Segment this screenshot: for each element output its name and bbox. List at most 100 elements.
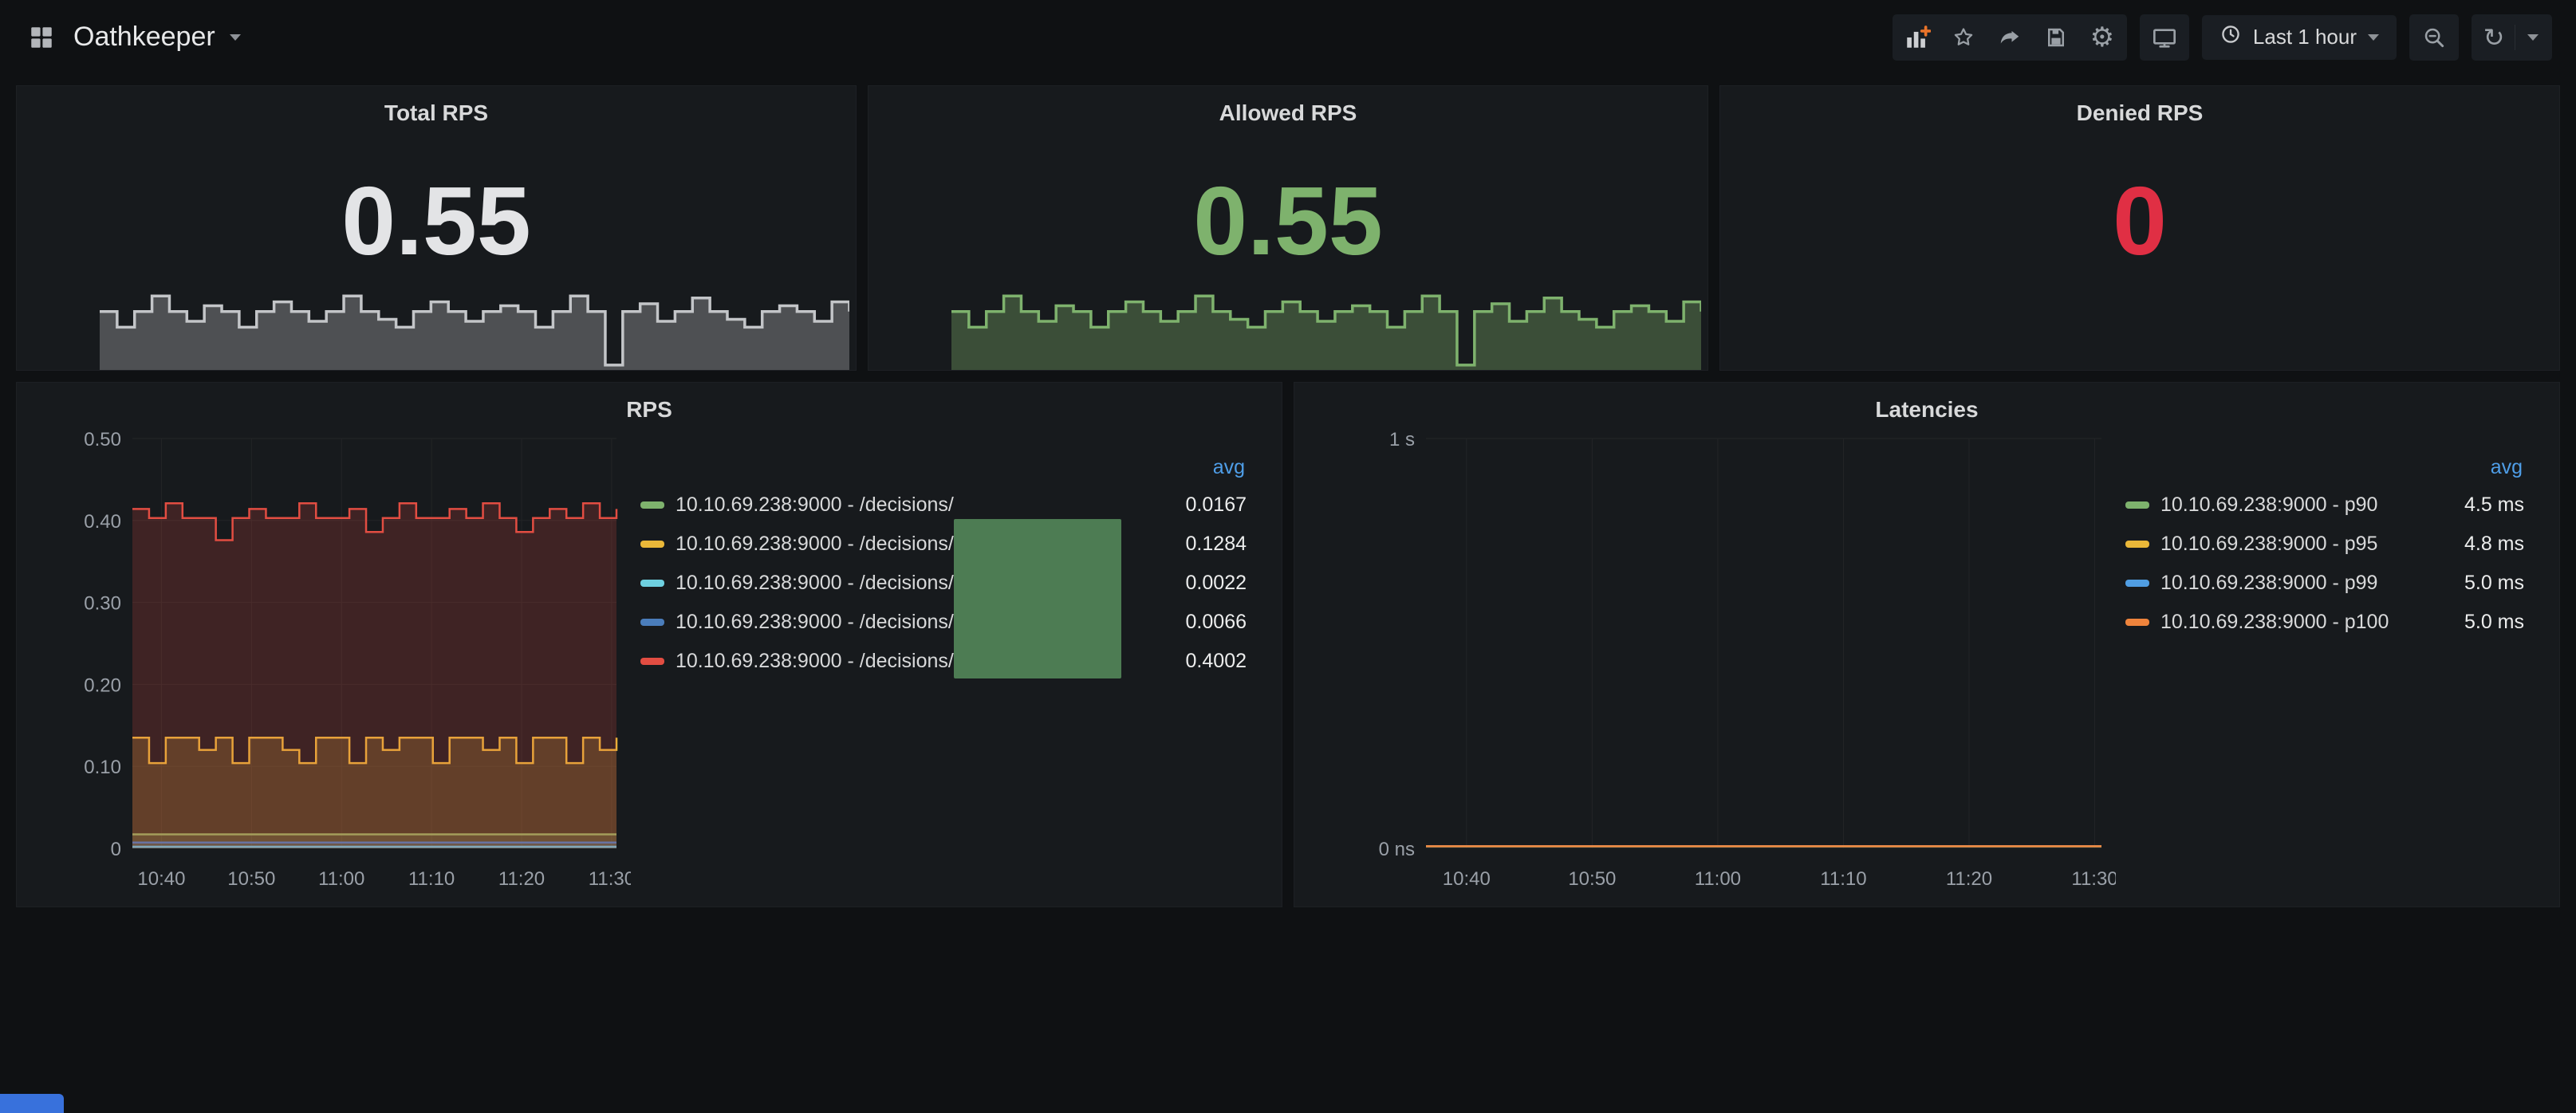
legend-row[interactable]: 10.10.69.238:9000 - p99 5.0 ms	[2125, 564, 2524, 603]
svg-text:0 ns: 0 ns	[1379, 839, 1415, 860]
svg-text:11:30: 11:30	[589, 868, 631, 890]
svg-text:1 s: 1 s	[1389, 429, 1415, 450]
legend-row[interactable]: 10.10.69.238:9000 - p95 4.8 ms	[2125, 525, 2524, 564]
panel-actions-group: ⚙	[1893, 14, 2127, 61]
svg-text:11:10: 11:10	[408, 868, 455, 890]
panel-title[interactable]: Total RPS	[384, 86, 488, 131]
svg-text:11:20: 11:20	[1946, 868, 1992, 890]
series-avg-value: 0.0167	[1170, 494, 1247, 517]
series-name[interactable]: 10.10.69.238:9000 - p95	[2160, 533, 2377, 556]
series-avg-value: 0.1284	[1170, 533, 1247, 556]
allowed-rps-sparkline	[951, 269, 1701, 370]
save-dashboard-button[interactable]	[2033, 16, 2079, 59]
total-rps-sparkline	[100, 269, 849, 370]
navbar-toolbar: ⚙ Last 1 hour	[1893, 14, 2552, 61]
svg-text:11:00: 11:00	[1695, 868, 1741, 890]
dashboard-settings-button[interactable]: ⚙	[2079, 16, 2125, 59]
svg-text:0: 0	[111, 839, 121, 860]
series-avg-value: 0.4002	[1170, 650, 1247, 673]
legend-overlay-box	[954, 519, 1121, 678]
legend-row[interactable]: 10.10.69.238:9000 - /decisions/0.0022	[640, 564, 1247, 603]
dashboard-title[interactable]: Oathkeeper	[73, 22, 215, 53]
cycle-view-icon	[2152, 25, 2177, 50]
legend-row[interactable]: 10.10.69.238:9000 - p904.5 ms	[2125, 486, 2524, 525]
series-name[interactable]: 10.10.69.238:9000 - /decisions/	[676, 611, 954, 634]
latencies-graph-body: 0 ns 1 s 10:40 10:50 11:00 11:10 11:20 11:30 av…	[1294, 427, 2559, 907]
legend-avg-header[interactable]: avg	[640, 456, 1247, 479]
latencies-legend: avg10.10.69.238:9000 - p904.5 ms10.10.69…	[2116, 427, 2559, 907]
svg-text:10:40: 10:40	[137, 868, 185, 890]
series-name[interactable]: 10.10.69.238:9000 - /decisions/	[676, 494, 954, 517]
navbar: Oathkeeper	[0, 0, 2576, 74]
settings-gear-icon: ⚙	[2090, 22, 2114, 53]
dashboard-grid: Total RPS 0.55 Allowed RPS 0.55 Denied R…	[0, 74, 2576, 907]
apps-grid-button[interactable]	[24, 16, 59, 59]
star-icon	[1952, 26, 1975, 49]
series-color-marker[interactable]	[2125, 501, 2149, 509]
rps-chart-svg[interactable]: 00.100.200.300.400.5010:4010:5011:0011:1…	[17, 427, 631, 906]
series-color-marker[interactable]	[2125, 619, 2149, 626]
svg-text:10:40: 10:40	[1443, 868, 1491, 890]
legend-row[interactable]: 10.10.69.238:9000 - /decisions/0.4002	[640, 642, 1247, 681]
refresh-button[interactable]: ↻	[2473, 16, 2515, 59]
series-color-marker[interactable]	[640, 658, 664, 665]
add-panel-button[interactable]	[1894, 16, 1940, 59]
panel-title[interactable]: Latencies	[1294, 383, 2559, 427]
svg-text:10:50: 10:50	[1568, 868, 1616, 890]
share-dashboard-button[interactable]	[1987, 16, 2033, 59]
time-range-picker[interactable]: Last 1 hour	[2202, 15, 2397, 60]
share-icon	[1998, 26, 2022, 49]
navbar-left: Oathkeeper	[24, 16, 241, 59]
panel-total-rps: Total RPS 0.55	[16, 85, 857, 371]
panel-allowed-rps: Allowed RPS 0.55	[868, 85, 1708, 371]
series-name[interactable]: 10.10.69.238:9000 - /decisions/	[676, 533, 954, 556]
series-color-marker[interactable]	[640, 619, 664, 626]
save-icon	[2044, 26, 2068, 49]
star-dashboard-button[interactable]	[1940, 16, 1987, 59]
series-color-marker[interactable]	[640, 580, 664, 587]
series-avg-value: 0.0066	[1170, 611, 1247, 634]
series-name[interactable]: 10.10.69.238:9000 - /decisions/	[676, 650, 954, 673]
svg-text:11:10: 11:10	[1820, 868, 1866, 890]
zoom-out-button[interactable]	[2411, 16, 2457, 59]
panel-latencies-graph: Latencies 0 ns 1 s 10:40 10:50 11:00 11:10 11:…	[1294, 382, 2560, 907]
graph-row: RPS 00.100.200.300.400.5010:4010:5011:00…	[16, 382, 2560, 907]
legend-avg-header[interactable]: avg	[2125, 456, 2524, 479]
cycle-view-button[interactable]	[2141, 16, 2188, 59]
rps-plot-area[interactable]: 00.100.200.300.400.5010:4010:5011:0011:1…	[17, 427, 631, 907]
series-name[interactable]: 10.10.69.238:9000 - /decisions/	[676, 572, 954, 595]
legend-row[interactable]: 10.10.69.238:9000 - /decisions/0.0167	[640, 486, 1247, 525]
legend-row[interactable]: 10.10.69.238:9000 - /decisions/0.0066	[640, 603, 1247, 642]
clock-icon	[2220, 23, 2242, 51]
series-color-marker[interactable]	[2125, 580, 2149, 587]
series-avg-value: 0.0022	[1170, 572, 1247, 595]
latencies-plot-area[interactable]: 0 ns 1 s 10:40 10:50 11:00 11:10 11:20 11:30	[1294, 427, 2116, 907]
svg-text:0.30: 0.30	[84, 593, 121, 615]
refresh-interval-button[interactable]	[2515, 16, 2550, 59]
svg-text:11:30: 11:30	[2071, 868, 2116, 890]
legend-row[interactable]: 10.10.69.238:9000 - /decisions/0.1284	[640, 525, 1247, 564]
series-avg-value: 5.0 ms	[2448, 572, 2524, 595]
time-range-label: Last 1 hour	[2253, 25, 2357, 49]
latencies-chart-svg[interactable]: 0 ns 1 s 10:40 10:50 11:00 11:10 11:20 11:30	[1294, 427, 2116, 906]
series-avg-value: 4.8 ms	[2448, 533, 2524, 556]
svg-text:11:00: 11:00	[318, 868, 364, 890]
series-color-marker[interactable]	[2125, 541, 2149, 548]
panel-title[interactable]: Allowed RPS	[1219, 86, 1357, 131]
series-name[interactable]: 10.10.69.238:9000 - p99	[2160, 572, 2377, 595]
svg-text:0.20: 0.20	[84, 674, 121, 696]
panel-title[interactable]: Denied RPS	[2077, 86, 2204, 131]
series-color-marker[interactable]	[640, 541, 664, 548]
svg-text:10:50: 10:50	[227, 868, 275, 890]
panel-rps-graph: RPS 00.100.200.300.400.5010:4010:5011:00…	[16, 382, 1282, 907]
dashboard-title-caret-icon[interactable]	[230, 34, 241, 41]
time-range-caret-icon	[2368, 34, 2379, 41]
rps-legend: avg 10.10.69.238:9000 - /decisions/0.0167…	[631, 427, 1282, 907]
series-color-marker[interactable]	[640, 501, 664, 509]
series-name[interactable]: 10.10.69.238:9000 - p100	[2160, 611, 2389, 634]
panel-title[interactable]: RPS	[17, 383, 1282, 427]
cycle-view-group	[2140, 14, 2189, 61]
legend-row[interactable]: 10.10.69.238:9000 - p1005.0 ms	[2125, 603, 2524, 642]
blue-panel-fragment	[0, 1094, 64, 1113]
series-name[interactable]: 10.10.69.238:9000 - p90	[2160, 494, 2377, 517]
